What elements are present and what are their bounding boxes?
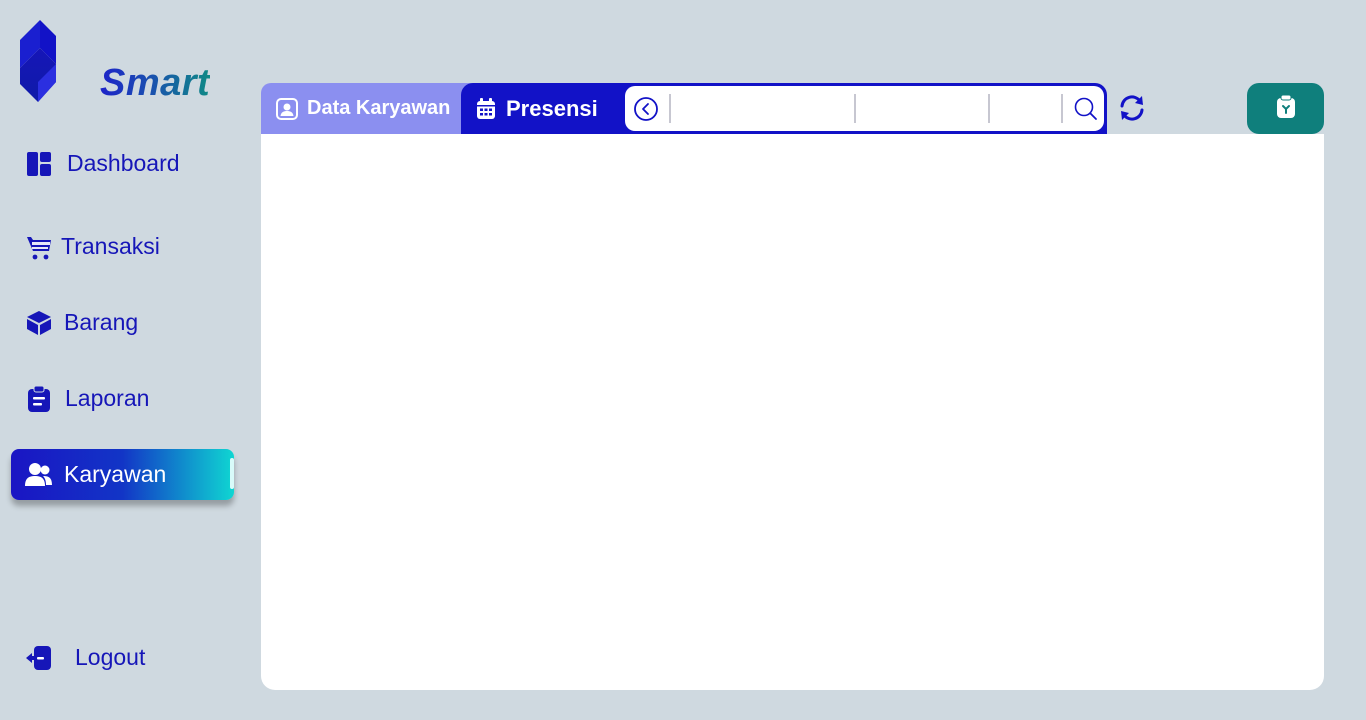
- sidebar-item-karyawan[interactable]: Karyawan: [11, 449, 234, 500]
- user-card-icon: [276, 97, 298, 120]
- tab-label: Presensi: [506, 95, 598, 121]
- sidebar-item-barang[interactable]: Barang: [11, 297, 234, 348]
- clipboard-icon: [25, 385, 53, 413]
- divider: [988, 94, 990, 123]
- refresh-icon[interactable]: [1118, 94, 1146, 122]
- sidebar-item-transaksi[interactable]: Transaksi: [11, 221, 234, 272]
- logo-icon: [20, 20, 56, 102]
- search-input-3[interactable]: [994, 92, 1060, 125]
- logout-icon: [25, 644, 53, 672]
- search-icon[interactable]: [1074, 97, 1098, 121]
- calendar-icon: [475, 97, 497, 120]
- sidebar-item-label: Transaksi: [61, 233, 160, 259]
- app-logo: Smart: [18, 20, 218, 104]
- tab-label: Data Karyawan: [307, 97, 451, 119]
- clipboard-icon: [1276, 94, 1296, 122]
- sidebar-item-label: Dashboard: [67, 150, 180, 176]
- logout-button[interactable]: Logout: [11, 632, 234, 683]
- dashboard-icon: [25, 150, 53, 178]
- search-input-2[interactable]: [860, 92, 986, 125]
- logout-label: Logout: [75, 644, 146, 670]
- sidebar-item-dashboard[interactable]: Dashboard: [11, 138, 234, 189]
- content-panel: [261, 134, 1324, 690]
- divider: [854, 94, 856, 123]
- sidebar-item-label: Barang: [64, 309, 139, 335]
- divider: [1061, 94, 1063, 123]
- divider: [669, 94, 671, 123]
- chevron-left-icon[interactable]: [633, 96, 659, 122]
- search-bar: [625, 86, 1104, 131]
- clipboard-action-button[interactable]: [1247, 83, 1324, 134]
- box-icon: [25, 309, 53, 337]
- sidebar-item-label: Karyawan: [64, 461, 167, 487]
- tab-data-karyawan[interactable]: Data Karyawan: [261, 83, 476, 134]
- logo-text: Smart: [100, 62, 211, 104]
- sidebar-item-label: Laporan: [65, 385, 150, 411]
- users-icon: [25, 461, 53, 489]
- search-input-1[interactable]: [675, 92, 853, 125]
- sidebar-item-laporan[interactable]: Laporan: [11, 373, 234, 424]
- cart-icon: [25, 233, 53, 261]
